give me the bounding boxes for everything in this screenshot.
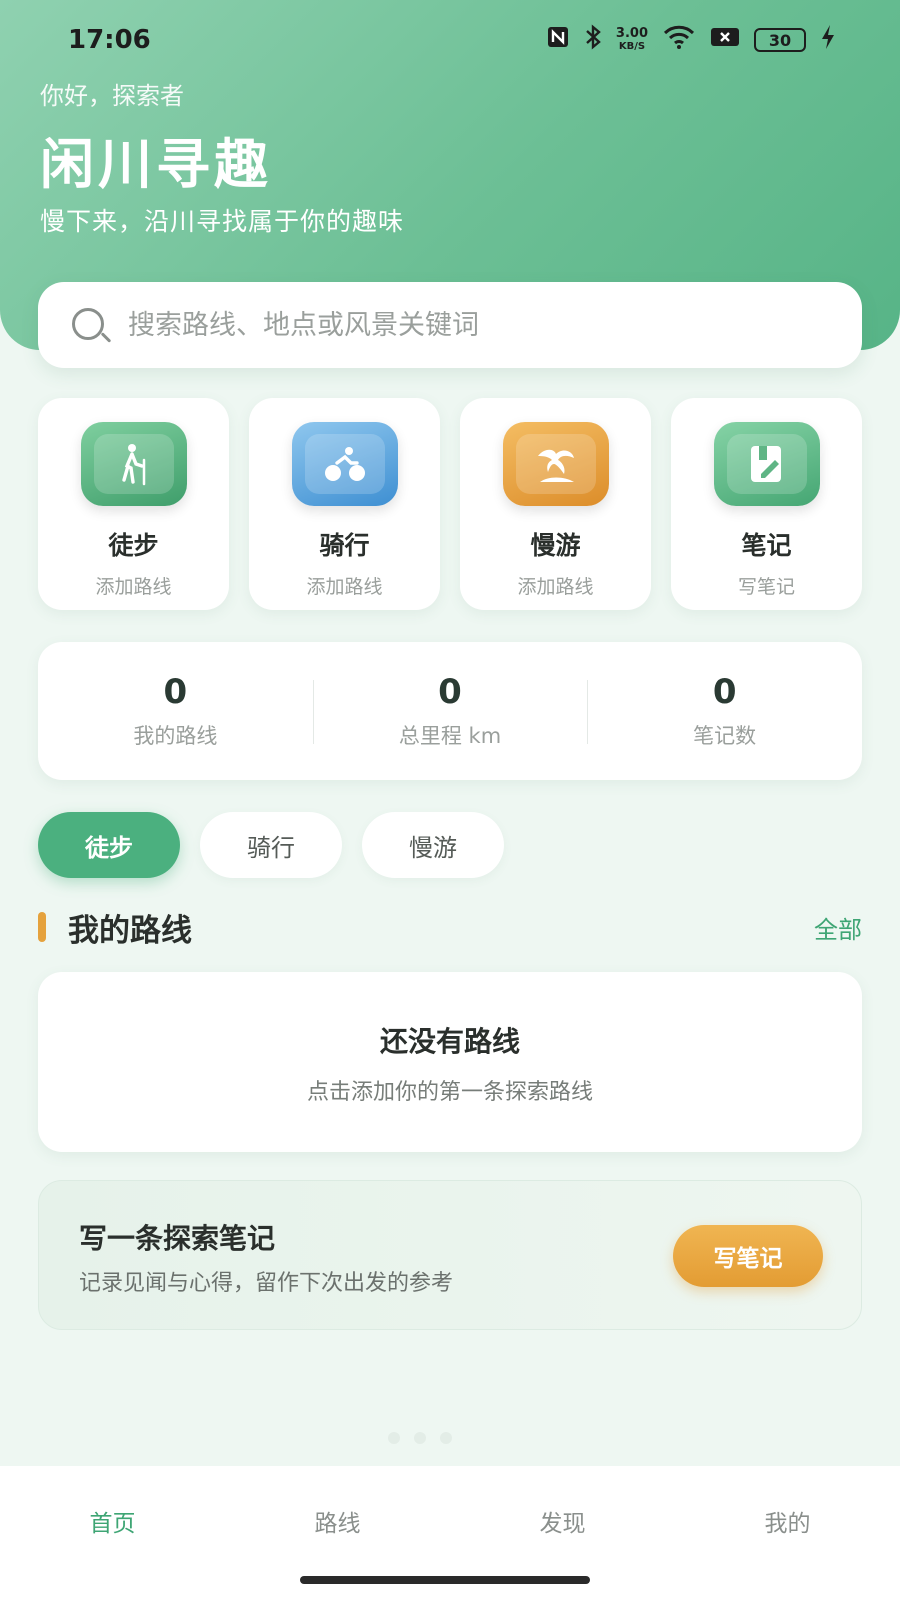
greeting: 你好，探索者 xyxy=(40,82,184,110)
filter-chip-cycling[interactable]: 骑行 xyxy=(200,812,342,878)
charging-icon xyxy=(820,24,836,56)
empty-subtitle: 点击添加你的第一条探索路线 xyxy=(306,1080,593,1105)
category-sub: 添加路线 xyxy=(306,576,383,598)
note-card-subtitle: 记录见闻与心得，留作下次出发的参考 xyxy=(79,1271,454,1296)
page-dots xyxy=(388,1432,452,1444)
stat-value: 0 xyxy=(163,672,188,712)
stat-label: 笔记数 xyxy=(693,724,757,748)
note-card-title: 写一条探索笔记 xyxy=(79,1222,276,1255)
notebook-icon xyxy=(713,422,820,506)
write-note-card: 写一条探索笔记 记录见闻与心得，留作下次出发的参考 写笔记 xyxy=(38,1180,862,1330)
status-time: 17:06 xyxy=(68,25,151,55)
status-bar: 17:06 3.00 KB/S 30 xyxy=(0,0,900,80)
bluetooth-icon xyxy=(584,24,602,56)
stat-note-count: 0 笔记数 xyxy=(587,672,862,750)
category-notes[interactable]: 笔记 写笔记 xyxy=(671,398,862,610)
category-label: 徒步 xyxy=(108,531,159,560)
category-sub: 写笔记 xyxy=(737,576,795,598)
net-speed: 3.00 KB/S xyxy=(615,26,648,52)
filter-chip-hiking[interactable]: 徒步 xyxy=(38,812,180,878)
category-label: 慢游 xyxy=(530,531,581,560)
app-subtitle: 慢下来，沿川寻找属于你的趣味 xyxy=(40,207,405,236)
category-label: 笔记 xyxy=(741,531,792,560)
stat-my-routes: 0 我的路线 xyxy=(38,672,313,750)
filter-chips: 徒步 骑行 慢游 xyxy=(38,812,504,878)
home-indicator[interactable] xyxy=(300,1576,590,1584)
routes-section-header: 我的路线 全部 xyxy=(38,902,862,952)
nfc-icon xyxy=(546,25,570,55)
stats-card: 0 我的路线 0 总里程 km 0 笔记数 xyxy=(38,642,862,780)
page-dot xyxy=(388,1432,400,1444)
category-sub: 添加路线 xyxy=(517,576,594,598)
wifi-icon xyxy=(662,24,696,56)
view-all-link[interactable]: 全部 xyxy=(814,910,862,945)
category-cycling[interactable]: 骑行 添加路线 xyxy=(249,398,440,610)
stat-label: 总里程 km xyxy=(398,724,502,748)
empty-title: 还没有路线 xyxy=(379,1025,520,1058)
stat-value: 0 xyxy=(438,672,462,712)
stat-label: 我的路线 xyxy=(133,724,218,748)
app-title: 闲川寻趣 xyxy=(40,133,272,196)
page-dot xyxy=(440,1432,452,1444)
stat-value: 0 xyxy=(712,672,737,712)
sim-icon xyxy=(710,26,740,54)
category-sub: 添加路线 xyxy=(95,576,172,598)
search-bar[interactable] xyxy=(38,282,862,368)
section-title: 我的路线 xyxy=(68,912,192,949)
write-note-button[interactable]: 写笔记 xyxy=(673,1225,823,1287)
filter-chip-slow-travel[interactable]: 慢游 xyxy=(362,812,504,878)
status-icons: 3.00 KB/S 30 xyxy=(546,24,836,56)
hiking-icon xyxy=(80,422,187,506)
palm-tree-icon xyxy=(502,422,609,506)
section-accent-bar xyxy=(38,912,46,942)
category-slow-travel[interactable]: 慢游 添加路线 xyxy=(460,398,651,610)
category-row: 徒步 添加路线 骑行 添加路线 慢游 添加路线 笔记 写笔记 xyxy=(38,398,862,610)
tab-profile[interactable]: 我的 xyxy=(675,1466,900,1600)
cycling-icon xyxy=(291,422,398,506)
search-icon xyxy=(68,302,114,348)
category-label: 骑行 xyxy=(319,531,370,560)
battery-icon: 30 xyxy=(754,28,806,52)
stat-total-distance: 0 总里程 km xyxy=(312,672,588,750)
tab-home[interactable]: 首页 xyxy=(0,1466,225,1600)
empty-routes-card[interactable]: 还没有路线 点击添加你的第一条探索路线 xyxy=(38,972,862,1152)
page-dot xyxy=(414,1432,426,1444)
search-input[interactable] xyxy=(128,309,768,341)
category-hiking[interactable]: 徒步 添加路线 xyxy=(38,398,229,610)
